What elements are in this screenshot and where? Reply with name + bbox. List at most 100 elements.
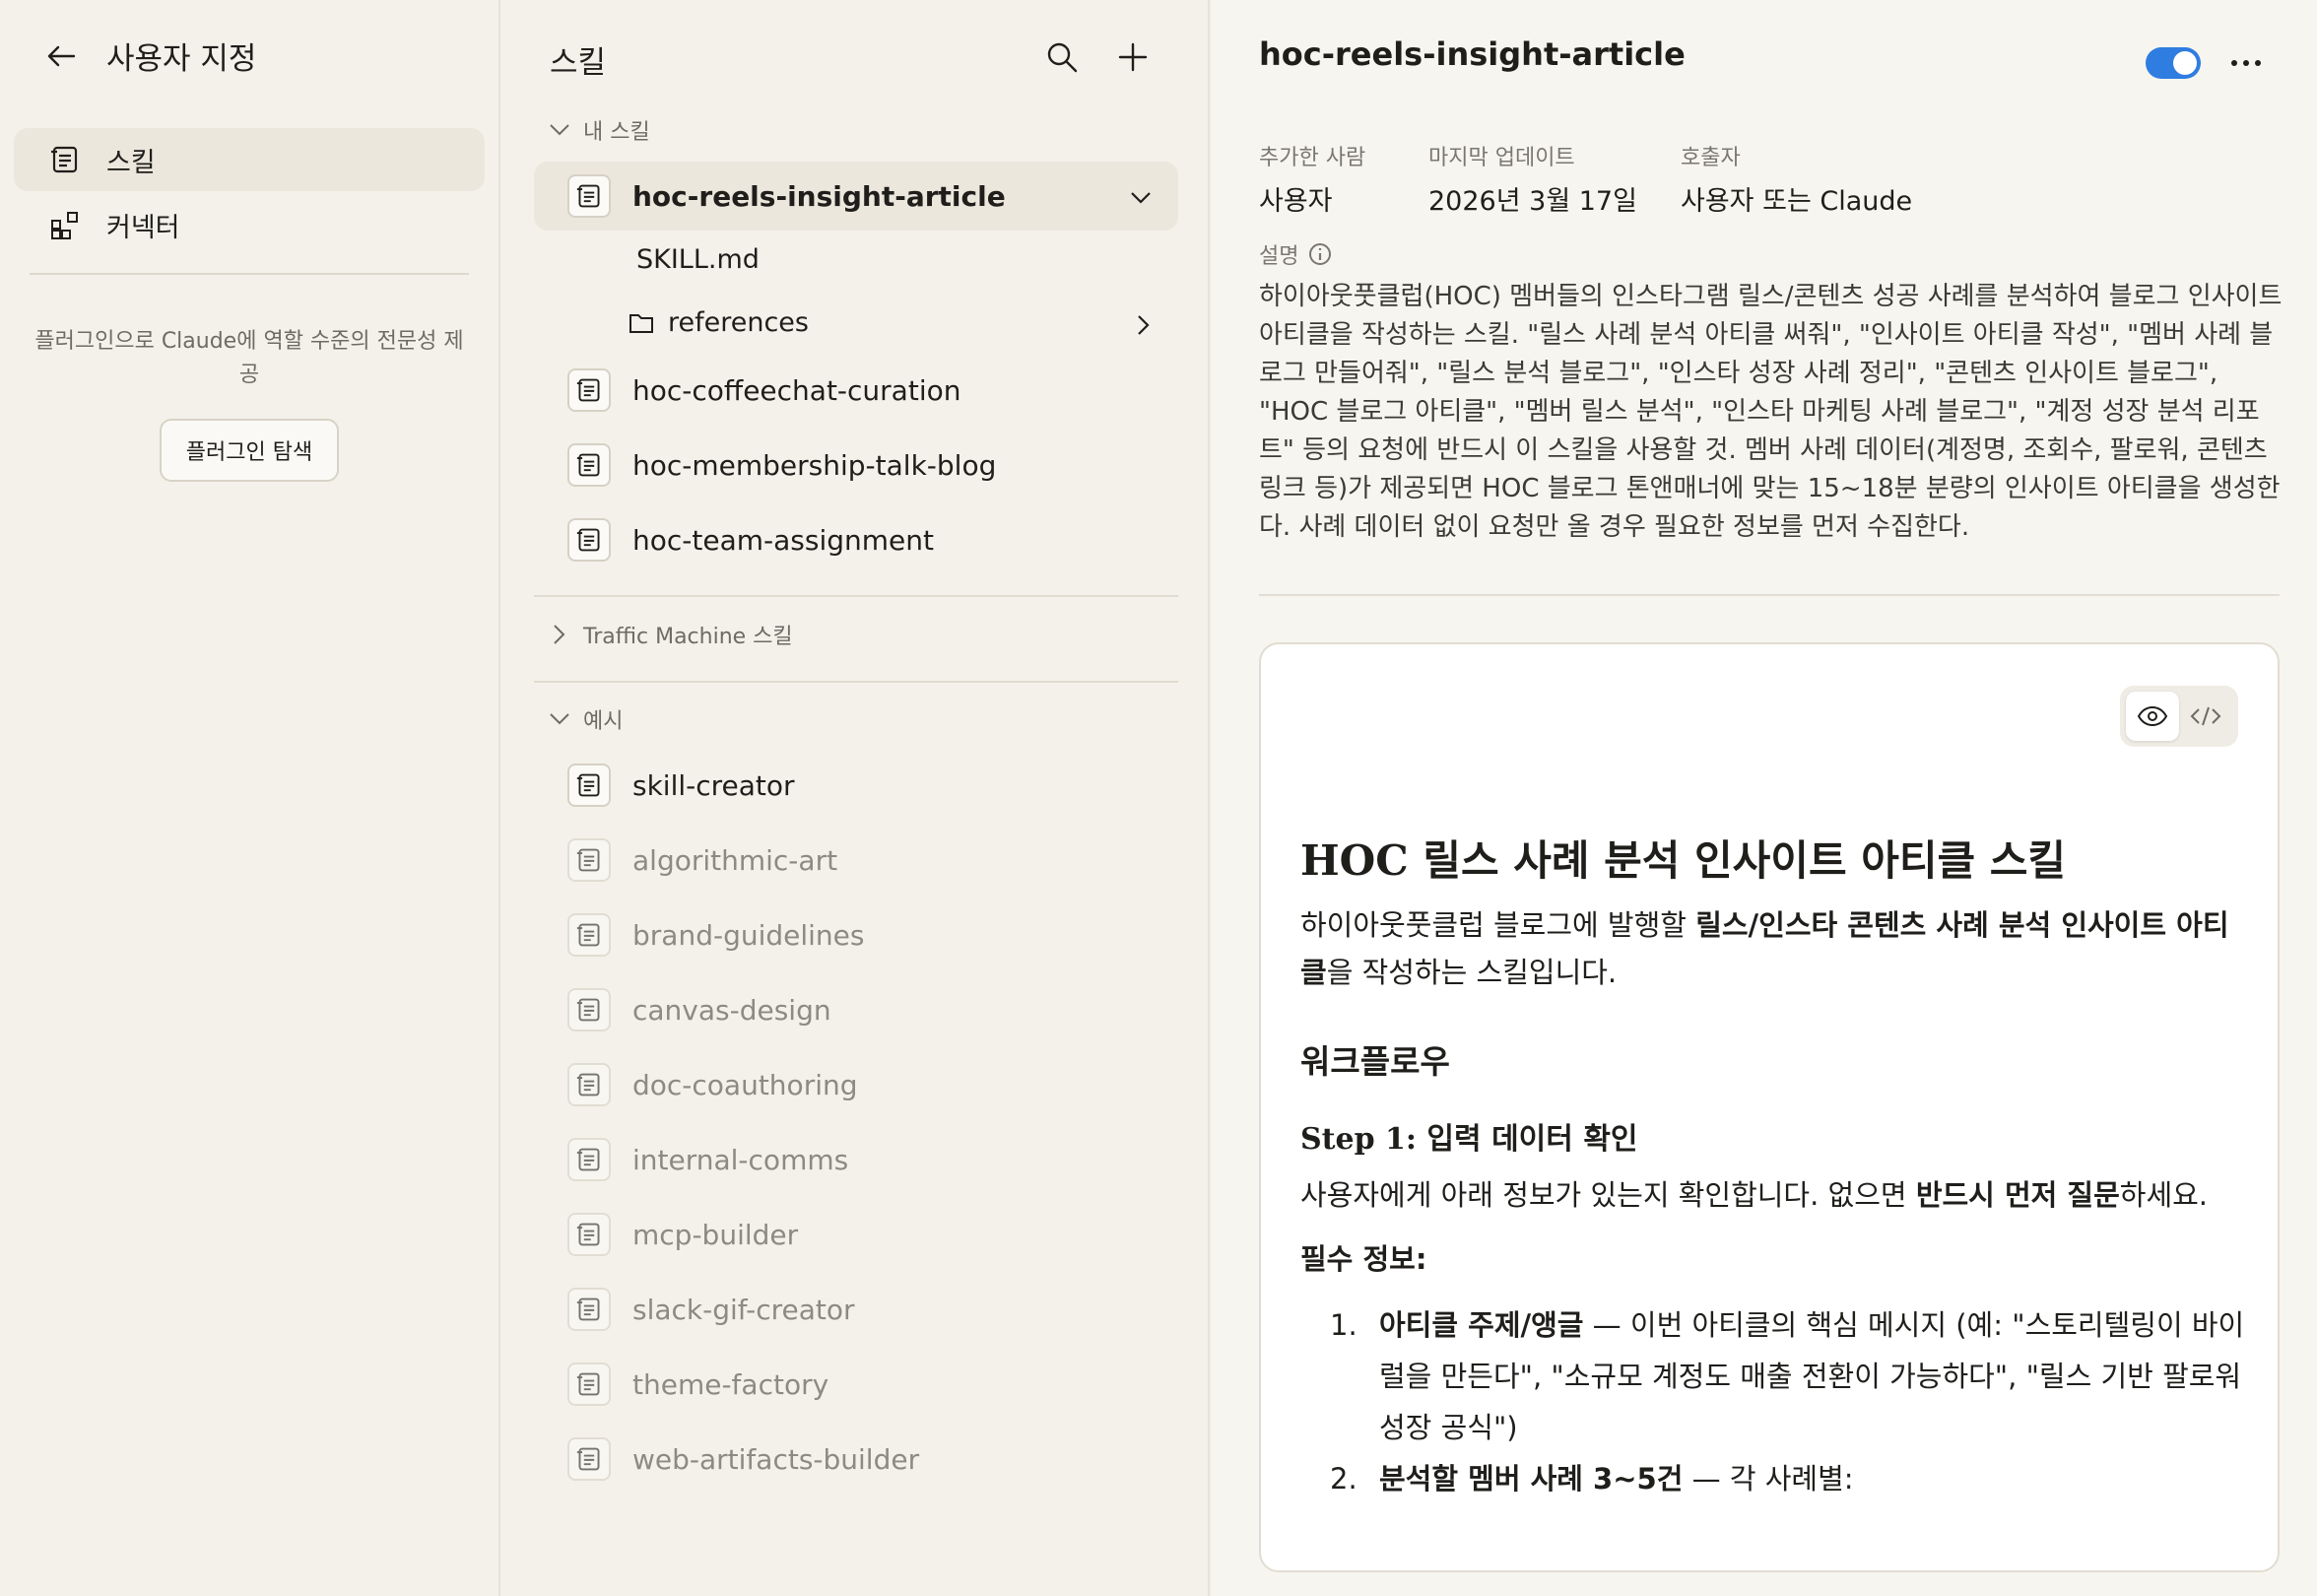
chevron-right-icon[interactable] <box>1131 313 1155 337</box>
chevron-down-icon <box>548 118 571 142</box>
skill-item-doc-coauthoring[interactable]: doc-coauthoring <box>534 1050 1178 1119</box>
doc-heading-step1: Step 1: 입력 데이터 확인 <box>1300 1114 2246 1158</box>
markdown-content: HOC 릴스 사례 분석 인사이트 아티클 스킬 하이아웃풋클럽 블로그에 발행… <box>1300 828 2246 1504</box>
nav-item-label: 스킬 <box>106 147 156 178</box>
skill-name: theme-factory <box>632 1367 829 1401</box>
preview-eye-icon[interactable] <box>2126 692 2179 741</box>
more-options-icon[interactable] <box>2228 47 2264 79</box>
skill-item-slack-gif-creator[interactable]: slack-gif-creator <box>534 1275 1178 1344</box>
file-skill-md[interactable]: SKILL.md <box>636 244 760 275</box>
skill-item-canvas-design[interactable]: canvas-design <box>534 975 1178 1044</box>
list-item: 2. 분석할 멤버 사례 3~5건 — 각 사례별: <box>1300 1453 2246 1504</box>
skill-item-internal-comms[interactable]: internal-comms <box>534 1125 1178 1194</box>
section-examples[interactable]: 예시 <box>548 703 623 735</box>
connector-icon <box>47 207 83 242</box>
nav-item-connectors[interactable]: 커넥터 <box>14 193 485 256</box>
skill-name: doc-coauthoring <box>632 1068 858 1101</box>
sidebar-header: 사용자 지정 <box>39 33 256 78</box>
doc-heading-workflow: 워크플로우 <box>1300 1042 1450 1081</box>
skill-detail-panel: hoc-reels-insight-article 추가한 사람 사용자 마지막… <box>1212 0 2317 1596</box>
added-by-value: 사용자 <box>1259 186 1333 217</box>
section-divider <box>534 681 1178 683</box>
doc-intro-a: 하이아웃풋클럽 블로그에 발행할 <box>1300 908 1696 942</box>
chevron-right-icon <box>548 623 571 646</box>
list-item: 1. 아티클 주제/앵글 — 이번 아티클의 핵심 메시지 (예: "스토리텔링… <box>1300 1299 2246 1453</box>
skill-name: slack-gif-creator <box>632 1293 855 1326</box>
browse-plugins-button[interactable]: 플러그인 탐색 <box>160 419 339 482</box>
section-label: 예시 <box>583 709 624 734</box>
skill-item-algorithmic-art[interactable]: algorithmic-art <box>534 826 1178 895</box>
section-my-skills[interactable]: 내 스킬 <box>548 114 650 146</box>
skill-icon <box>567 1138 611 1181</box>
skill-item-mcp-builder[interactable]: mcp-builder <box>534 1200 1178 1269</box>
back-arrow-icon[interactable] <box>39 34 83 78</box>
list-bold: 아티클 주제/앵글 <box>1379 1308 1584 1342</box>
skill-icon <box>567 368 611 412</box>
updated-label: 마지막 업데이트 <box>1428 146 1575 170</box>
doc-heading-1: HOC 릴스 사례 분석 인사이트 아티클 스킬 <box>1300 836 2067 885</box>
skills-list-panel: 스킬 내 스킬 hoc-reels-insight-article SKILL.… <box>502 0 1210 1596</box>
skill-icon <box>567 913 611 957</box>
nav-item-skills[interactable]: 스킬 <box>14 128 485 191</box>
doc-p2-c: 하세요. <box>2119 1178 2209 1212</box>
skill-name: web-artifacts-builder <box>632 1442 920 1476</box>
skill-name: hoc-reels-insight-article <box>632 179 1006 213</box>
sidebar-title: 사용자 지정 <box>106 41 257 77</box>
list-number: 2. <box>1330 1462 1357 1496</box>
skill-name: algorithmic-art <box>632 843 838 877</box>
skill-item-web-artifacts-builder[interactable]: web-artifacts-builder <box>534 1425 1178 1494</box>
folder-icon <box>629 311 654 335</box>
skill-item-hoc-reels-insight-article[interactable]: hoc-reels-insight-article <box>534 162 1178 231</box>
folder-references[interactable]: references <box>629 307 809 338</box>
toggle-knob <box>2173 51 2197 75</box>
skill-item-brand-guidelines[interactable]: brand-guidelines <box>534 900 1178 969</box>
skill-icon <box>567 174 611 218</box>
skill-name: mcp-builder <box>632 1218 799 1251</box>
list-rest: — 각 사례별: <box>1683 1462 1854 1496</box>
skill-name: canvas-design <box>632 993 831 1027</box>
chevron-down-icon[interactable] <box>1129 184 1153 208</box>
skill-item-hoc-team-assignment[interactable]: hoc-team-assignment <box>534 505 1178 574</box>
skill-name: hoc-membership-talk-blog <box>632 448 997 482</box>
view-mode-toggle <box>2120 686 2238 747</box>
step-title: 입력 데이터 확인 <box>1416 1122 1638 1157</box>
skill-enable-toggle[interactable] <box>2146 47 2201 79</box>
skill-icon <box>567 1063 611 1106</box>
skill-name: hoc-coffeechat-curation <box>632 373 961 407</box>
sidebar-divider <box>30 273 469 275</box>
search-icon[interactable] <box>1040 35 1084 79</box>
doc-paragraph: 사용자에게 아래 정보가 있는지 확인합니다. 없으면 반드시 먼저 질문하세요… <box>1300 1171 2246 1219</box>
section-traffic-machine[interactable]: Traffic Machine 스킬 <box>548 619 793 650</box>
doc-intro: 하이아웃풋클럽 블로그에 발행할 릴스/인스타 콘텐츠 사례 분석 인사이트 아… <box>1300 901 2246 996</box>
doc-p2-b: 반드시 먼저 질문 <box>1915 1178 2120 1212</box>
updated-value: 2026년 3월 17일 <box>1428 186 1637 217</box>
skill-md-preview: HOC 릴스 사례 분석 인사이트 아티클 스킬 하이아웃풋클럽 블로그에 발행… <box>1259 642 2280 1572</box>
skill-item-skill-creator[interactable]: skill-creator <box>534 751 1178 820</box>
file-name: SKILL.md <box>636 244 760 275</box>
added-by-label: 추가한 사람 <box>1259 146 1366 170</box>
settings-sidebar: 사용자 지정 스킬 커넥터 플러그인으로 Claude에 역할 수준의 전문성 … <box>0 0 500 1596</box>
code-view-icon[interactable] <box>2179 692 2232 741</box>
detail-divider <box>1259 594 2280 596</box>
plus-icon[interactable] <box>1111 35 1155 79</box>
skill-icon <box>567 1288 611 1331</box>
skill-item-hoc-membership-talk-blog[interactable]: hoc-membership-talk-blog <box>534 431 1178 499</box>
skill-icon <box>567 443 611 487</box>
skill-icon <box>567 1437 611 1481</box>
description-label: 설명 <box>1259 238 1332 270</box>
skill-name: hoc-team-assignment <box>632 523 934 557</box>
skill-description: 하이아웃풋클럽(HOC) 멤버들의 인스타그램 릴스/콘텐츠 성공 사례를 분석… <box>1259 282 2283 542</box>
list-text: 분석할 멤버 사례 3~5건 — 각 사례별: <box>1379 1453 1854 1504</box>
caller-label: 호출자 <box>1681 146 1741 170</box>
skill-icon <box>567 988 611 1031</box>
skill-item-hoc-coffeechat-curation[interactable]: hoc-coffeechat-curation <box>534 356 1178 425</box>
doc-required-info: 필수 정보: <box>1300 1242 1427 1276</box>
skill-icon <box>567 764 611 807</box>
doc-p2-a: 사용자에게 아래 정보가 있는지 확인합니다. 없으면 <box>1300 1178 1916 1212</box>
info-icon[interactable] <box>1308 242 1332 266</box>
skill-item-theme-factory[interactable]: theme-factory <box>534 1350 1178 1419</box>
skill-icon <box>567 1213 611 1256</box>
skill-icon <box>47 142 83 177</box>
description-label-text: 설명 <box>1259 244 1299 269</box>
list-bold: 분석할 멤버 사례 3~5건 <box>1379 1462 1684 1496</box>
